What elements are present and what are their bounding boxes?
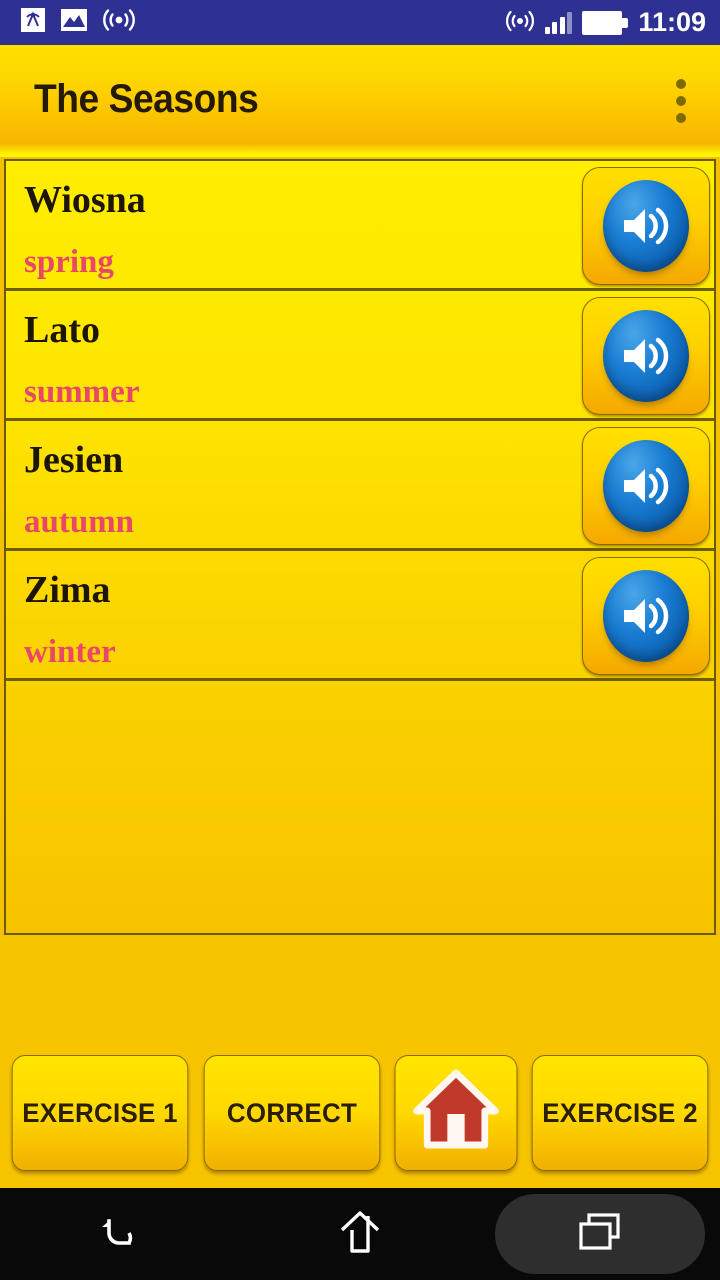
home-button[interactable] xyxy=(394,1055,518,1171)
broadcast-box-icon xyxy=(20,7,46,38)
seasons-list: Wiosna spring Lato summer Jesien autumn … xyxy=(4,159,716,935)
nav-recents-button[interactable] xyxy=(480,1188,720,1280)
list-item[interactable]: Zima winter xyxy=(6,551,714,681)
nav-recents-highlight xyxy=(495,1194,705,1274)
list-item[interactable]: Wiosna spring xyxy=(6,161,714,291)
play-audio-button[interactable] xyxy=(582,167,710,285)
wireless-signal-icon xyxy=(102,7,136,38)
nav-home-button[interactable] xyxy=(240,1188,480,1280)
speaker-icon xyxy=(603,440,689,532)
cellular-signal-icon xyxy=(544,11,573,34)
content-spacer xyxy=(0,935,720,1048)
list-empty-area xyxy=(6,681,714,695)
overflow-dot-icon xyxy=(676,113,686,123)
correct-button[interactable]: CORRECT xyxy=(203,1055,381,1171)
android-nav-bar xyxy=(0,1188,720,1280)
bottom-button-bar: EXERCISE 1 CORRECT EXERCISE 2 xyxy=(0,1048,720,1188)
back-icon xyxy=(95,1207,145,1262)
list-item[interactable]: Jesien autumn xyxy=(6,421,714,551)
play-audio-button[interactable] xyxy=(582,427,710,545)
speaker-icon xyxy=(603,570,689,662)
play-audio-button[interactable] xyxy=(582,297,710,415)
phone-screen: 11:09 The Seasons Wiosna spring Lato sum… xyxy=(0,0,720,1280)
status-bar-left-icons xyxy=(20,7,136,38)
list-item[interactable]: Lato summer xyxy=(6,291,714,421)
battery-icon xyxy=(582,10,629,35)
speaker-icon xyxy=(603,180,689,272)
overflow-dot-icon xyxy=(676,79,686,89)
status-bar-clock: 11:09 xyxy=(638,7,706,37)
nav-back-button[interactable] xyxy=(0,1188,240,1280)
overflow-dot-icon xyxy=(676,96,686,106)
home-icon xyxy=(335,1206,385,1263)
page-title: The Seasons xyxy=(34,76,259,121)
recents-icon xyxy=(576,1209,624,1260)
overflow-menu-button[interactable] xyxy=(664,69,698,133)
status-bar-right-icons: 11:09 xyxy=(505,5,706,40)
exercise-2-button[interactable]: EXERCISE 2 xyxy=(531,1055,709,1171)
app-bar: The Seasons xyxy=(0,45,720,157)
play-audio-button[interactable] xyxy=(582,557,710,675)
status-bar: 11:09 xyxy=(0,0,720,45)
speaker-icon xyxy=(603,310,689,402)
hotspot-icon xyxy=(505,5,535,40)
image-icon xyxy=(60,7,88,38)
home-house-icon xyxy=(412,1067,500,1160)
exercise-1-button[interactable]: EXERCISE 1 xyxy=(11,1055,189,1171)
